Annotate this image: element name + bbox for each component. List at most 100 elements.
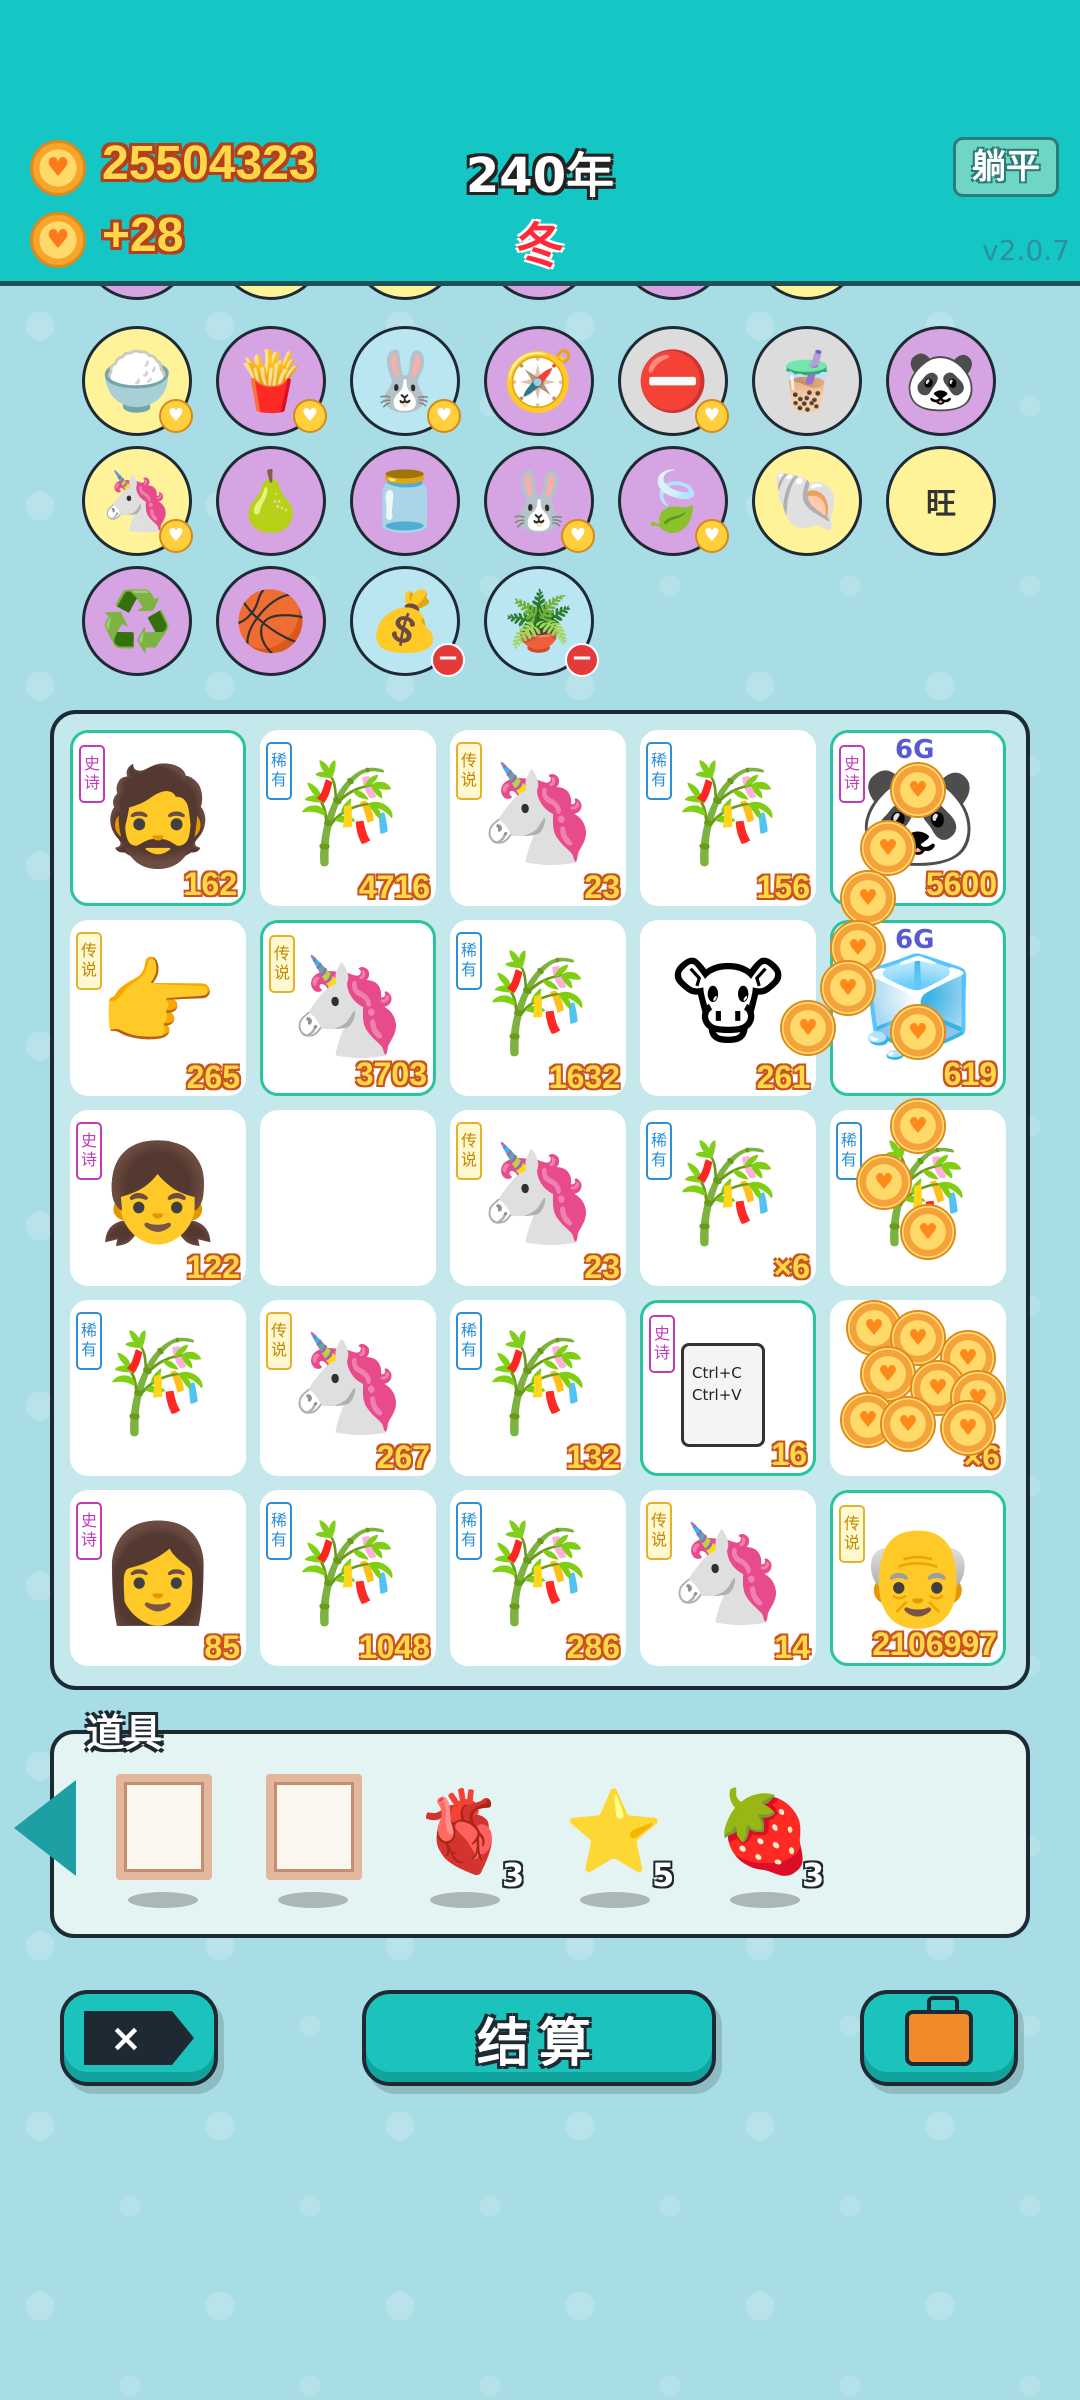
bamboo-icon: 🎋 [478,947,598,1059]
collection-item[interactable] [618,286,728,300]
tile[interactable]: 稀有 🎋 1048 [260,1490,436,1666]
unicorn-icon: 🦄 [478,1137,598,1249]
bamboo-icon: 🎋 [478,1517,598,1629]
tile[interactable]: 稀有 🎋 [70,1300,246,1476]
bamboo-icon: 🎋 [668,757,788,869]
slot-shadow [278,1892,348,1908]
basketballs-icon[interactable]: 🏀 [216,566,326,676]
version-label: v2.0.7 [982,234,1070,267]
tile[interactable]: 传说 🦄 3703 [260,920,436,1096]
flying-coin: ♥ [820,960,876,1016]
empty-item-slot[interactable] [266,1774,362,1880]
tile[interactable]: 稀有 🎋 ×6 [640,1110,816,1286]
collection-item[interactable] [216,286,326,300]
unicorn-icon: 🦄 [288,1327,408,1439]
rarity-tag: 史诗 [649,1315,675,1373]
tile[interactable]: 传说 👴 2106997 [830,1490,1006,1666]
hand-pointer-icon: 👉 [98,947,218,1059]
bubble-tea-icon[interactable]: 🧋 [752,326,862,436]
bamboo-icon: 🎋 [288,757,408,869]
empty-item-slot[interactable] [116,1774,212,1880]
collection-item[interactable] [82,286,192,300]
wang-wang-icon[interactable]: 旺 [886,446,996,556]
tangping-button[interactable]: 躺平 [953,137,1059,197]
slot-shadow [128,1892,198,1908]
settle-button[interactable]: 结算 [362,1990,716,2086]
top-bar: ♥ 25504323 ♥ +28 240年 冬 躺平 v2.0.7 [0,0,1080,286]
empty-tile[interactable] [260,1110,436,1286]
tile-count: 261 [756,1059,810,1095]
panda-icon[interactable]: 🐼 [886,326,996,436]
item-count: 3 [502,1856,525,1894]
liver-icon[interactable]: 🫀 [414,1782,514,1882]
glasses-man-icon: 🧔 [98,760,218,872]
collection-item[interactable] [350,286,460,300]
tile[interactable]: 传说 🦄 267 [260,1300,436,1476]
ctrl-cv-card: Ctrl+C Ctrl+V [681,1343,765,1447]
flying-coin: ♥ [856,1154,912,1210]
rice-bowl-icon[interactable]: 🍚 ♥ [82,326,193,436]
frame-icon [116,1774,212,1880]
item-count: 5 [652,1856,675,1894]
collection-item[interactable] [752,286,862,300]
tile-count: 14 [774,1629,810,1665]
tile[interactable]: 稀有 🎋 156 [640,730,816,906]
flower-pot-icon[interactable]: 🪴 − [484,566,599,677]
flying-coin: ♥ [780,1000,836,1056]
star-icon[interactable]: ⭐ [564,1782,664,1882]
compass-icon[interactable]: 🧭 [484,326,594,436]
slot-shadow [430,1892,500,1908]
unicorn-icon[interactable]: 🦄 ♥ [82,446,193,556]
tile[interactable]: 史诗 👩 85 [70,1490,246,1666]
girl-icon: 👩 [98,1517,218,1629]
collection-area[interactable]: 🍚 ♥ 🍟 ♥ 🐰 ♥ 🧭 ⛔ ♥ 🧋 🐼 🦄 ♥ 🍐 🫙 🐰 ♥ 🍃 ♥ 🐚 旺 ♻️ 🏀 … [0,286,1080,686]
lychee-icon[interactable]: 🍓 [714,1782,814,1882]
bag-button[interactable] [860,1990,1018,2086]
coin-icon: ♥ [30,140,86,196]
jar-icon[interactable]: 🫙 [350,446,460,556]
recycle-icon[interactable]: ♻️ [82,566,192,676]
frame-icon [266,1774,362,1880]
bamboo-icon: 🎋 [478,1327,598,1439]
bamboo-icon: 🎋 [98,1327,218,1439]
tile-count: 267 [376,1439,430,1475]
tile[interactable]: 稀有 🎋 286 [450,1490,626,1666]
bald-man-icon: 👴 [858,1520,978,1632]
shell-icon[interactable]: 🐚 [752,446,862,556]
tile[interactable]: 传说 🦄 23 [450,730,626,906]
slot-shadow [580,1892,650,1908]
tile-count: ×6 [773,1249,810,1285]
tile-count: 23 [584,869,620,905]
wang-text: 旺 [926,487,956,522]
no-entry-icon[interactable]: ⛔ ♥ [618,326,729,436]
rabbit-icon[interactable]: 🐰 ♥ [350,326,461,436]
tile[interactable]: 传说 👉 265 [70,920,246,1096]
tile[interactable]: 稀有 🎋 132 [450,1300,626,1476]
tile[interactable]: 稀有 🎋 4716 [260,730,436,906]
flying-coin: ♥ [840,870,896,926]
unicorn-icon: 🦄 [478,757,598,869]
leaf-icon[interactable]: 🍃 ♥ [618,446,729,556]
tile[interactable]: 史诗 Ctrl+C Ctrl+V 16 [640,1300,816,1476]
collection-item[interactable] [484,286,594,300]
tile-count: 1048 [358,1629,430,1665]
year-label: 240年 [465,148,615,204]
tile[interactable]: 传说 🦄 14 [640,1490,816,1666]
tile-count: 265 [186,1059,240,1095]
tile[interactable]: 史诗 🧔 162 [70,730,246,906]
tile-count: 286 [566,1629,620,1665]
close-button[interactable]: × [60,1990,218,2086]
flying-coin: ♥ [860,820,916,876]
tile-count: 1632 [548,1059,620,1095]
flying-coin: ♥ [880,1396,936,1452]
rabbit-icon[interactable]: 🐰 ♥ [484,446,595,556]
tile[interactable]: 稀有 🎋 1632 [450,920,626,1096]
tile[interactable]: 史诗 👧 122 [70,1110,246,1286]
pomelo-icon[interactable]: 🍐 [216,446,326,556]
tile[interactable]: 传说 🦄 23 [450,1110,626,1286]
fries-icon[interactable]: 🍟 ♥ [216,326,327,436]
money-bag-icon[interactable]: 💰 − [350,566,465,677]
arrow-left-icon[interactable] [14,1780,76,1876]
flying-coin: ♥ [940,1400,996,1456]
item-count: 3 [802,1856,825,1894]
